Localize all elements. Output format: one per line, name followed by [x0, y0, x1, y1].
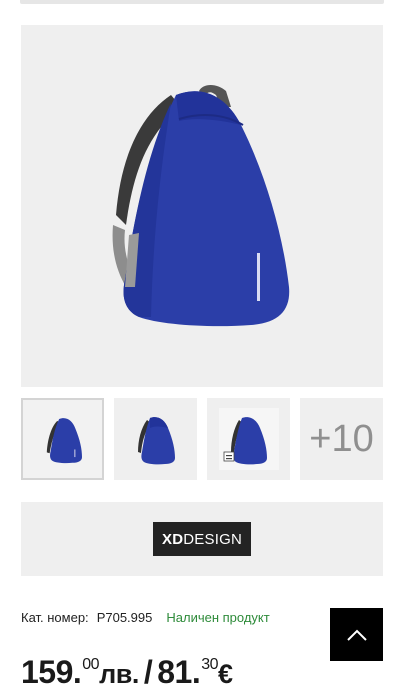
top-divider	[20, 0, 384, 4]
brand-logo-prefix: XD	[162, 530, 184, 548]
backpack-front-thumbnail	[46, 418, 82, 464]
brand-logo-suffix: DESIGN	[183, 530, 242, 548]
sku-value: P705.995	[96, 610, 153, 625]
more-images-count: +10	[309, 417, 374, 460]
product-main-image[interactable]	[21, 25, 383, 387]
price-bgn-currency: лв.	[99, 659, 139, 689]
thumbnail-3[interactable]	[207, 398, 290, 480]
scroll-to-top-button[interactable]	[330, 608, 383, 661]
backpack-with-tag-thumbnail	[219, 408, 279, 470]
thumbnail-strip: +10	[21, 398, 383, 480]
price-bgn-whole: 159.	[21, 654, 82, 690]
thumbnail-1[interactable]	[21, 398, 104, 480]
more-images-button[interactable]: +10	[300, 398, 383, 480]
thumbnail-2[interactable]	[114, 398, 197, 480]
product-meta: Кат. номер: P705.995 Наличен продукт	[21, 610, 270, 625]
stock-status: Наличен продукт	[166, 610, 270, 625]
price-separator: /	[143, 654, 153, 690]
chevron-up-icon	[346, 629, 367, 641]
price-eur-whole: 81.	[157, 654, 201, 690]
price-eur-cents: 30	[201, 656, 219, 673]
backpack-side-thumbnail	[138, 417, 175, 465]
price-eur-currency: €	[218, 659, 233, 689]
price: 159.00лв./81.30€	[21, 654, 233, 691]
brand-logo: XD DESIGN	[153, 522, 251, 556]
sku-label: Кат. номер:	[21, 610, 89, 625]
price-bgn-cents: 00	[82, 656, 100, 673]
backpack-image	[112, 85, 290, 327]
brand-banner[interactable]: XD DESIGN	[21, 502, 383, 576]
